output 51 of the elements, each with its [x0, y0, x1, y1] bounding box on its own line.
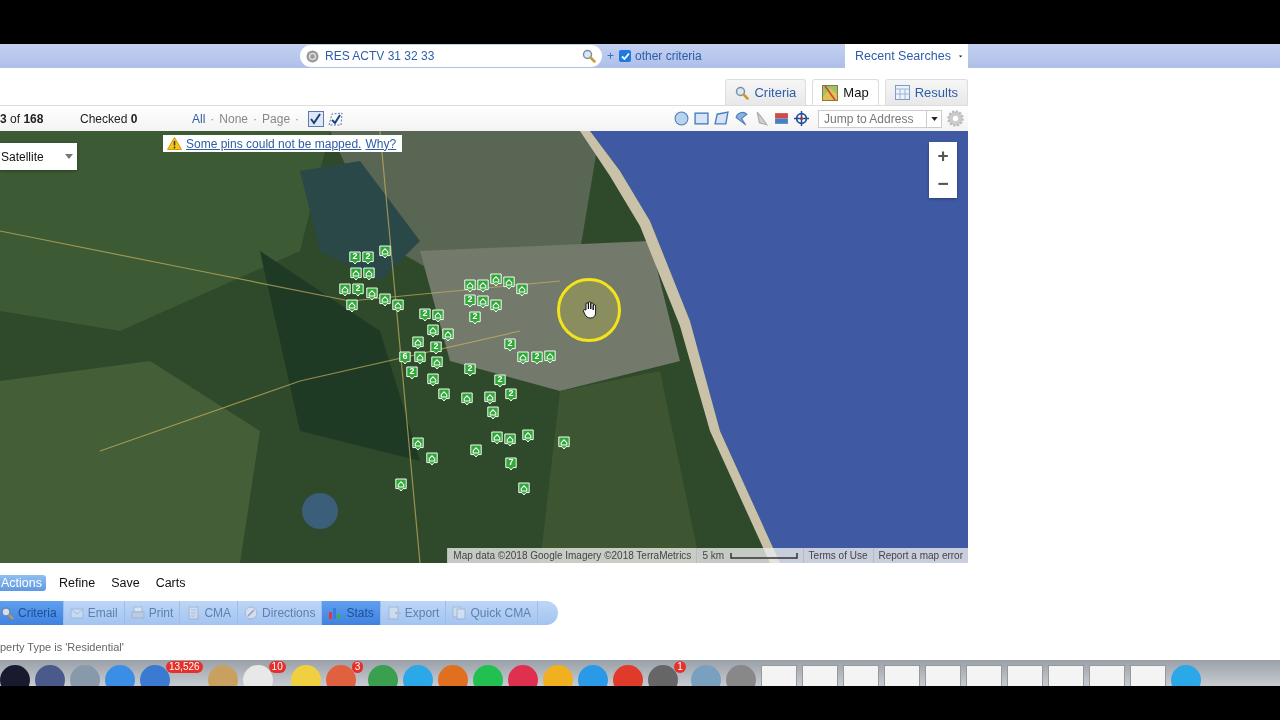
- select-link[interactable]: Page: [262, 111, 291, 126]
- scale-bar: 5 km: [696, 548, 803, 563]
- cluster-pin[interactable]: 2: [419, 308, 431, 322]
- cluster-pin[interactable]: 6: [399, 351, 411, 365]
- warning-message: Some pins could not be mapped.: [186, 136, 362, 151]
- cluster-pin[interactable]: 2: [430, 341, 442, 355]
- cluster-pin[interactable]: 2: [469, 311, 481, 325]
- other-criteria-link[interactable]: other criteria: [635, 49, 702, 63]
- tab[interactable]: Map: [812, 79, 879, 105]
- cluster-pin[interactable]: 2: [464, 294, 476, 308]
- cluster-pin[interactable]: 2: [531, 351, 543, 365]
- recent-searches-dropdown[interactable]: Recent Searches: [845, 44, 968, 68]
- cluster-pin[interactable]: 7: [505, 457, 517, 471]
- cluster-pin[interactable]: 2: [504, 338, 516, 352]
- action-button[interactable]: Criteria: [0, 601, 64, 625]
- cluster-pin[interactable]: 2: [464, 363, 476, 377]
- menu-item[interactable]: Refine: [56, 575, 99, 591]
- separator-dot: ·: [295, 111, 300, 126]
- notification-badge: 3: [351, 661, 364, 673]
- cluster-pin[interactable]: 2: [494, 374, 506, 388]
- action-button[interactable]: Stats: [322, 601, 381, 625]
- notification-badge: 1: [674, 661, 686, 673]
- menu-item[interactable]: Actions: [0, 575, 46, 591]
- notification-badge: 13,526: [166, 661, 203, 673]
- map-attribution: Map data ©2018 Google Imagery ©2018 TerraMetrics: [447, 548, 697, 563]
- notification-badge: 10: [268, 661, 286, 673]
- report-error-link[interactable]: Report a map error: [872, 548, 968, 563]
- select-link[interactable]: None: [219, 111, 249, 126]
- separator-dot: ·: [253, 111, 258, 126]
- jump-to-address-field[interactable]: Jump to Address: [818, 109, 942, 128]
- zoom-out-button[interactable]: −: [929, 170, 957, 198]
- zoom-in-button[interactable]: +: [929, 142, 957, 170]
- terms-link[interactable]: Terms of Use: [802, 548, 873, 563]
- separator-dot: ·: [210, 111, 215, 126]
- map-type-dropdown[interactable]: Satellite: [0, 143, 77, 170]
- result-count: 3 of 168: [0, 111, 45, 126]
- tab[interactable]: Criteria: [725, 79, 807, 105]
- checked-count: Checked 0: [80, 111, 139, 126]
- cluster-pin[interactable]: 2: [362, 251, 374, 265]
- cluster-pin[interactable]: 2: [406, 366, 418, 380]
- select-link[interactable]: All: [192, 111, 206, 126]
- search-field[interactable]: RES ACTV 31 32 33: [300, 45, 602, 67]
- cluster-pin[interactable]: 2: [352, 283, 364, 297]
- criteria-summary: perty Type is 'Residential': [0, 641, 125, 653]
- menu-item[interactable]: Save: [108, 575, 143, 591]
- tab[interactable]: Results: [884, 79, 968, 105]
- cluster-pin[interactable]: 2: [349, 251, 361, 265]
- why-link[interactable]: Why?: [365, 136, 397, 151]
- cluster-pin[interactable]: 2: [505, 388, 517, 402]
- add-link[interactable]: +: [607, 49, 614, 63]
- menu-item[interactable]: Carts: [152, 575, 189, 591]
